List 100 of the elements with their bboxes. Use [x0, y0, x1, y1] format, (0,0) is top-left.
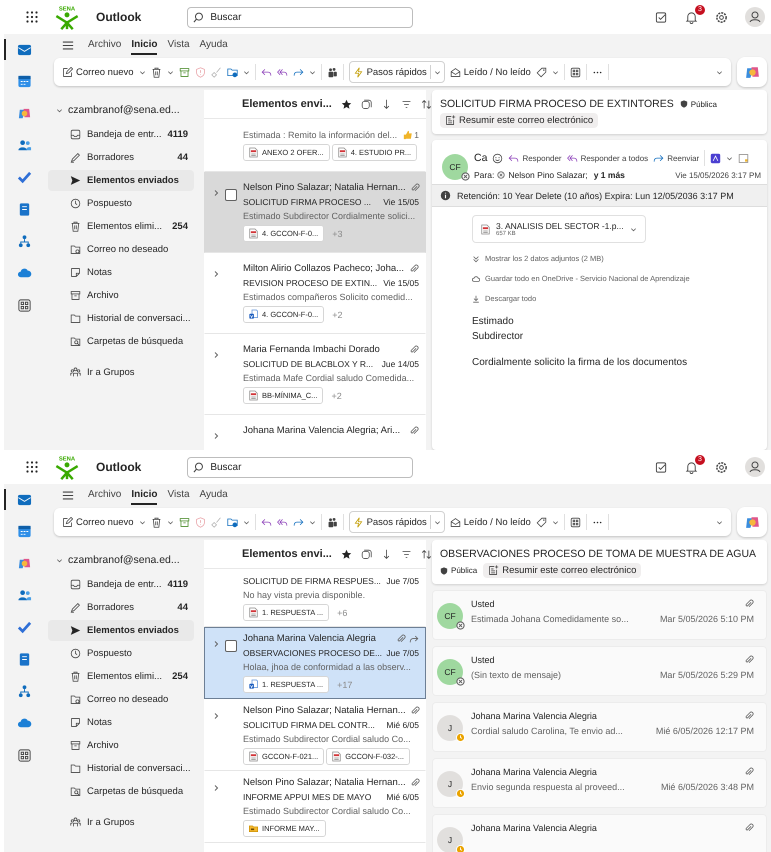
caret-icon[interactable]: [56, 556, 63, 564]
caret-icon[interactable]: [138, 518, 146, 526]
chevron-right-icon[interactable]: [212, 351, 220, 359]
conversation-item[interactable]: J Johana Marina Valencia Alegria: [432, 814, 767, 852]
forward-icon[interactable]: [292, 66, 304, 78]
caret-icon[interactable]: [166, 518, 174, 526]
checklist-icon[interactable]: [655, 10, 668, 24]
trash-icon[interactable]: [150, 66, 162, 78]
org-chart-icon[interactable]: [16, 234, 32, 249]
calendar-icon[interactable]: [16, 524, 32, 539]
chevron-right-icon[interactable]: [212, 712, 220, 720]
note-icon[interactable]: [738, 152, 750, 164]
checkbox[interactable]: [225, 640, 237, 652]
archive-icon[interactable]: [178, 516, 190, 528]
star-icon[interactable]: [340, 548, 352, 560]
folder-item[interactable]: Historial de conversaci...: [48, 758, 194, 779]
caret-icon[interactable]: [552, 68, 559, 76]
new-mail-button[interactable]: Correo nuevo: [62, 516, 134, 528]
reply-all-icon[interactable]: [276, 516, 288, 528]
ribbon-tab[interactable]: Ayuda: [200, 36, 228, 54]
mail-icon[interactable]: [16, 42, 32, 57]
read-unread-button[interactable]: Leído / No leído: [450, 66, 531, 78]
message-action-button[interactable]: Reenviar: [653, 152, 700, 164]
caret-icon[interactable]: [166, 68, 174, 76]
filter-icon[interactable]: [400, 98, 412, 110]
more-recipients-link[interactable]: y 1 más: [594, 170, 625, 180]
search-field[interactable]: Buscar: [187, 6, 414, 28]
checkbox[interactable]: [225, 189, 237, 201]
menu-icon[interactable]: [62, 40, 74, 50]
caret-icon[interactable]: [434, 518, 441, 526]
settings-icon[interactable]: [715, 460, 728, 474]
sort-icon[interactable]: [420, 548, 432, 560]
caret-icon[interactable]: [552, 518, 559, 526]
tag-icon[interactable]: [536, 66, 547, 78]
account-name[interactable]: czambranof@sena.ed...: [68, 554, 180, 566]
avatar-icon[interactable]: [745, 457, 765, 477]
folder-item[interactable]: Historial de conversaci...: [48, 308, 194, 329]
app-launcher-icon[interactable]: [26, 461, 38, 473]
chevron-right-icon[interactable]: [212, 640, 220, 648]
folder-item[interactable]: Pospuesto: [48, 193, 194, 214]
caret-icon[interactable]: [242, 518, 250, 526]
calendar-icon[interactable]: [16, 74, 32, 89]
checkmark-icon[interactable]: [16, 170, 32, 185]
ribbon-tab[interactable]: Archivo: [88, 486, 122, 504]
folder-item[interactable]: Carpetas de búsqueda: [48, 781, 194, 802]
folder-item[interactable]: Elementos elimi... 254: [48, 216, 194, 237]
caret-icon[interactable]: [242, 68, 250, 76]
conversation-item[interactable]: J Johana Marina Valencia Alegria Cordial saludo Carolina, Te envio ad... Mié 6/05/2026 12:17 PM: [432, 702, 767, 752]
folder-item[interactable]: Pospuesto: [48, 643, 194, 664]
checkmark-icon[interactable]: [16, 620, 32, 635]
checklist-icon[interactable]: [655, 460, 668, 474]
folder-item[interactable]: Notas: [48, 712, 194, 733]
copy-icon[interactable]: [360, 548, 372, 560]
folder-item[interactable]: Archivo: [48, 735, 194, 756]
copilot-icon[interactable]: [16, 106, 32, 121]
folder-item[interactable]: Elementos enviados: [48, 170, 194, 191]
people-icon[interactable]: [16, 588, 32, 603]
avatar-icon[interactable]: [745, 7, 765, 27]
star-icon[interactable]: [340, 98, 352, 110]
groups-link[interactable]: Ir a Grupos: [48, 362, 194, 383]
conversation-item[interactable]: CF Usted Estimada Johana Comedidamente so... Mar 5/05/2026 5:10 PM: [432, 590, 767, 640]
search-field[interactable]: Buscar: [187, 456, 414, 478]
folder-item[interactable]: Bandeja de entr... 4119: [48, 124, 194, 145]
caret-icon[interactable]: [434, 68, 441, 76]
archive-icon[interactable]: [178, 66, 190, 78]
filter-icon[interactable]: [400, 548, 412, 560]
copilot-icon[interactable]: [16, 556, 32, 571]
folder-item[interactable]: Correo no deseado: [48, 689, 194, 710]
copilot-button[interactable]: [737, 57, 767, 87]
move-folder-icon[interactable]: [226, 66, 238, 78]
ribbon-tab[interactable]: Archivo: [88, 36, 122, 54]
folder-item[interactable]: Carpetas de búsqueda: [48, 331, 194, 352]
trash-icon[interactable]: [150, 516, 162, 528]
caret-icon[interactable]: [716, 68, 723, 76]
message-action-button[interactable]: Responder: [508, 152, 562, 164]
new-mail-button[interactable]: Correo nuevo: [62, 66, 134, 78]
bell-icon[interactable]: [685, 10, 698, 24]
folder-item[interactable]: Bandeja de entr... 4119: [48, 574, 194, 595]
folder-item[interactable]: Elementos enviados: [48, 620, 194, 641]
caret-icon[interactable]: [308, 518, 316, 526]
summarize-button[interactable]: Resumir este correo electrónico: [483, 563, 642, 578]
mail-icon[interactable]: [16, 492, 32, 507]
people-icon[interactable]: [16, 138, 32, 153]
apps-icon[interactable]: [570, 66, 581, 78]
caret-icon[interactable]: [308, 68, 316, 76]
caret-icon[interactable]: [138, 68, 146, 76]
caret-icon[interactable]: [716, 518, 723, 526]
apps-icon[interactable]: [16, 748, 32, 763]
chevron-right-icon[interactable]: [212, 270, 220, 278]
caret-icon[interactable]: [56, 106, 63, 114]
ribbon-tab[interactable]: Inicio: [131, 36, 158, 54]
sort-icon[interactable]: [420, 98, 432, 110]
apps-icon[interactable]: [16, 298, 32, 313]
conversation-item[interactable]: J Johana Marina Valencia Alegria Envio segunda respuesta al proveed... Mié 6/05/2026 3:48 PM: [432, 758, 767, 808]
caret-icon[interactable]: [726, 154, 734, 162]
ribbon-tab[interactable]: Vista: [167, 486, 190, 504]
summarize-button[interactable]: Resumir este correo electrónico: [440, 113, 598, 128]
folder-item[interactable]: Borradores 44: [48, 147, 194, 168]
ribbon-tab[interactable]: Inicio: [131, 486, 158, 504]
copy-icon[interactable]: [360, 98, 372, 110]
